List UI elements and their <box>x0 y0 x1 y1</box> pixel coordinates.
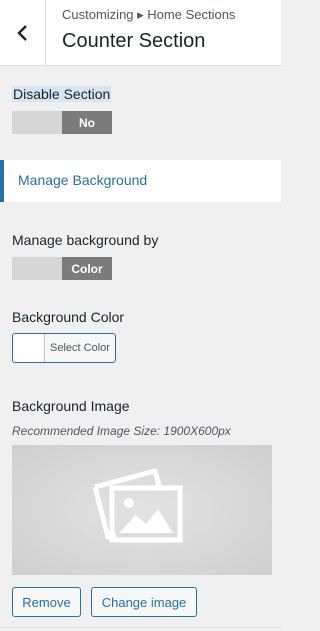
remove-image-button[interactable]: Remove <box>12 587 81 617</box>
change-image-button[interactable]: Change image <box>91 587 197 617</box>
select-color-label: Select Color <box>50 342 110 354</box>
toggle-value: No <box>62 111 112 134</box>
chevron-left-icon <box>16 25 27 41</box>
select-color-button[interactable]: Select Color <box>12 333 116 363</box>
breadcrumb: Customizing ▸ Home Sections <box>62 7 236 22</box>
background-color-label: Background Color <box>12 309 125 325</box>
customizer-header: Customizing ▸ Home Sections Counter Sect… <box>0 0 281 66</box>
background-image-label: Background Image <box>12 398 130 414</box>
divider <box>0 627 281 628</box>
images-icon <box>92 468 183 543</box>
image-size-description: Recommended Image Size: 1900X600px <box>12 424 231 438</box>
disable-section-toggle[interactable]: No <box>12 111 112 134</box>
manage-background-section[interactable]: Manage Background <box>0 160 281 202</box>
section-label: Manage Background <box>18 172 148 188</box>
manage-background-by-toggle[interactable]: Color <box>12 257 112 280</box>
manage-background-by-label: Manage background by <box>12 232 159 248</box>
background-image-preview[interactable] <box>12 445 272 575</box>
page-title: Counter Section <box>62 30 206 52</box>
disable-section-label: Disable Section <box>12 86 112 102</box>
toggle-value: Color <box>62 257 112 280</box>
color-swatch <box>13 334 45 362</box>
back-button[interactable] <box>0 0 46 66</box>
